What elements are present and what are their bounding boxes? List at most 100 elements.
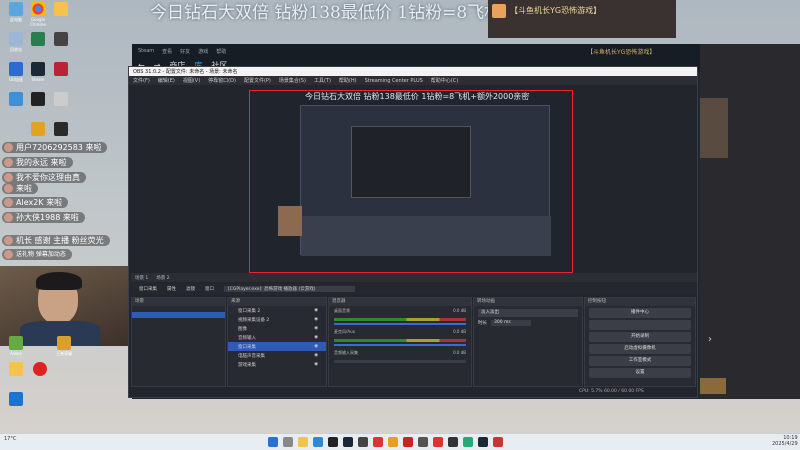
app-icon[interactable] xyxy=(328,437,338,447)
preview-caption: 今日钻石大双倍 钻粉138最低价 1钻粉=8飞机+额外2000亲密 xyxy=(305,92,530,101)
chat-comment: 孙大侠1988 来啦 xyxy=(2,212,85,223)
desktop-icon-app[interactable] xyxy=(47,32,75,47)
mixer-channel: 麦克风/Aux 0.0 dB xyxy=(334,329,466,334)
steam-menu-item[interactable]: Steam xyxy=(138,48,154,54)
controls-header: 控制按钮 xyxy=(585,298,695,306)
transition-select[interactable]: 淡入淡出 xyxy=(478,309,578,317)
obs-icon[interactable] xyxy=(358,437,368,447)
steam-menu-item[interactable]: 好友 xyxy=(180,48,190,55)
app-icon[interactable] xyxy=(448,437,458,447)
steam-icon[interactable] xyxy=(343,437,353,447)
nested-screen xyxy=(300,105,551,256)
volume-slider[interactable] xyxy=(334,323,466,325)
app-icon[interactable] xyxy=(493,437,503,447)
plugin-center-button[interactable]: 播件中心 xyxy=(589,308,691,318)
studio-mode-button[interactable]: 工作室模式 xyxy=(589,356,691,366)
steam-menu-bar: Steam 查看 好友 游戏 帮助 【斗鱼机长YG恐怖游戏】 xyxy=(132,44,700,58)
live-card-title: 【斗鱼机长YG恐怖游戏】 xyxy=(510,6,602,15)
app-icon[interactable] xyxy=(478,437,488,447)
menu-help-center[interactable]: 帮助中心(C) xyxy=(431,77,458,84)
sources-panel: 来源 窗口采集 2 ◉ 视频采集设备 2 ◉ 图像 ◉ 音频输入 ◉ 窗口采集 ◉ 电脑声… xyxy=(227,297,327,387)
settings-button[interactable]: 设置 xyxy=(589,368,691,378)
menu-file[interactable]: 文件(F) xyxy=(133,77,150,84)
obs-preview[interactable]: 今日钻石大双倍 钻粉138最低价 1钻粉=8飞机+额外2000亲密 xyxy=(249,90,573,273)
chat-comment: 我的永远 来啦 xyxy=(2,157,73,168)
start-icon[interactable] xyxy=(268,437,278,447)
source-item[interactable]: 窗口采集 2 ◉ xyxy=(228,306,326,315)
store-thumbnail xyxy=(700,98,728,158)
desktop-icon-app[interactable] xyxy=(47,122,75,137)
sources-header: 来源 xyxy=(228,298,326,306)
mixer-channel: 桌面音频 0.0 dB xyxy=(334,308,466,313)
chat-comment: 我不爱你这理由真 xyxy=(2,172,86,183)
desktop-icon-app[interactable] xyxy=(47,92,75,107)
eye-icon: ◉ xyxy=(314,335,318,340)
steam-account-label[interactable]: 【斗鱼机长YG恐怖游戏】 xyxy=(587,47,655,56)
weather-widget[interactable]: 17°C xyxy=(4,436,16,442)
app-icon[interactable] xyxy=(433,437,443,447)
properties-button[interactable]: 属性 xyxy=(167,286,176,292)
start-recording-button[interactable]: 开始录制 xyxy=(589,332,691,342)
filters-button[interactable]: 滤镜 xyxy=(186,286,195,292)
steam-menu-item[interactable]: 帮助 xyxy=(216,48,226,55)
desktop-icon-app[interactable] xyxy=(26,362,54,377)
mixer-channel: 音频输入采集 0.0 dB xyxy=(334,350,466,355)
desktop-icon-app[interactable] xyxy=(2,392,30,407)
store-thumbnail xyxy=(700,378,726,394)
source-item[interactable]: 游戏采集 ◉ xyxy=(228,360,326,369)
desktop-icon-folder[interactable] xyxy=(47,2,75,17)
menu-profile[interactable]: 配置文件(P) xyxy=(244,77,271,84)
source-item[interactable]: 音频输入 ◉ xyxy=(228,333,326,342)
nested-webcam xyxy=(278,206,302,236)
clock[interactable]: 10:19 2025/4/29 xyxy=(772,435,798,447)
app-icon[interactable] xyxy=(418,437,428,447)
menu-scene-collection[interactable]: 场景集合(S) xyxy=(279,77,306,84)
eye-icon: ◉ xyxy=(314,344,318,349)
source-item[interactable]: 视频采集设备 2 ◉ xyxy=(228,315,326,324)
desktop-icon-honor-of-kings[interactable]: 王者荣耀 xyxy=(50,336,78,357)
chat-comment: 来啦 xyxy=(2,183,38,194)
scene-tab[interactable]: 场景 1 xyxy=(135,275,148,281)
steam-menu-item[interactable]: 查看 xyxy=(162,48,172,55)
clock-date: 2025/4/29 xyxy=(772,441,798,447)
window-select[interactable]: [CGPlayer.exe]: 恐怖游戏 播放器 (云游戏) xyxy=(224,286,356,292)
menu-docks[interactable]: 停靠窗口(D) xyxy=(208,77,236,84)
scene-item-selected[interactable] xyxy=(132,312,225,318)
control-button[interactable] xyxy=(589,320,691,330)
scenes-panel: 场景 xyxy=(131,297,226,387)
scene-tab-bar: 场景 1 场景 2 xyxy=(131,273,697,282)
webcam-feed xyxy=(0,266,132,346)
audio-mixer-panel: 混音器 桌面音频 0.0 dB 麦克风/Aux 0.0 dB 音频输入采集 0.0 d… xyxy=(328,297,472,387)
chat-comment: 送礼物 弹幕加动态 xyxy=(2,249,72,260)
scene-tab[interactable]: 场景 2 xyxy=(156,275,169,281)
duration-row: 时长 300 ms xyxy=(478,320,578,326)
desktop-icon-arena[interactable]: Arena xyxy=(2,336,30,356)
volume-meter xyxy=(334,318,466,321)
menu-streaming-center[interactable]: Streaming Center PLUS xyxy=(365,78,423,84)
chevron-right-icon[interactable]: › xyxy=(708,334,712,345)
search-icon[interactable] xyxy=(283,437,293,447)
edge-icon[interactable] xyxy=(313,437,323,447)
taskbar: 17°C 10:19 2025/4/29 xyxy=(0,433,800,450)
app-icon[interactable] xyxy=(388,437,398,447)
app-icon[interactable] xyxy=(403,437,413,447)
source-item-selected[interactable]: 窗口采集 ◉ xyxy=(228,342,326,351)
source-item[interactable]: 电脑声音采集 ◉ xyxy=(228,351,326,360)
virtual-camera-button[interactable]: 启动虚拟摄像机 xyxy=(589,344,691,354)
steam-menu-item[interactable]: 游戏 xyxy=(198,48,208,55)
app-icon[interactable] xyxy=(373,437,383,447)
app-icon[interactable] xyxy=(463,437,473,447)
volume-slider[interactable] xyxy=(334,344,466,346)
menu-help[interactable]: 帮助(H) xyxy=(339,77,357,84)
desktop-icon-app[interactable] xyxy=(47,62,75,77)
obs-menu-bar: 文件(F) 编辑(E) 视图(V) 停靠窗口(D) 配置文件(P) 场景集合(S… xyxy=(129,76,697,85)
menu-tools[interactable]: 工具(T) xyxy=(314,77,331,84)
transitions-header: 转场动画 xyxy=(474,298,582,306)
file-explorer-icon[interactable] xyxy=(298,437,308,447)
source-item[interactable]: 图像 ◉ xyxy=(228,324,326,333)
room-avatar xyxy=(492,4,506,18)
menu-edit[interactable]: 编辑(E) xyxy=(158,77,175,84)
live-room-card[interactable]: 【斗鱼机长YG恐怖游戏】 xyxy=(488,0,676,38)
duration-input[interactable]: 300 ms xyxy=(491,320,531,326)
menu-view[interactable]: 视图(V) xyxy=(183,77,200,84)
